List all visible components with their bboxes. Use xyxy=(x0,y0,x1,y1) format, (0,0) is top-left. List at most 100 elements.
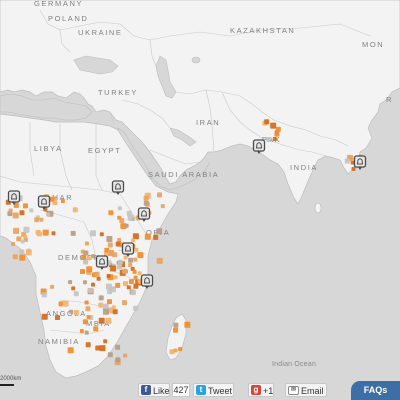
incident-point[interactable] xyxy=(13,227,19,234)
incident-point[interactable] xyxy=(41,292,47,298)
incident-point[interactable] xyxy=(69,309,74,314)
incident-point[interactable] xyxy=(103,308,109,315)
incident-point[interactable] xyxy=(173,348,178,353)
incident-point[interactable] xyxy=(84,300,89,305)
incident-point[interactable] xyxy=(73,310,79,315)
incident-point[interactable] xyxy=(272,137,277,141)
incident-point[interactable] xyxy=(113,275,118,280)
incident-point[interactable] xyxy=(123,281,128,287)
incident-point[interactable] xyxy=(133,275,138,280)
incident-point[interactable] xyxy=(178,347,183,351)
incident-point[interactable] xyxy=(123,255,128,260)
incident-point[interactable] xyxy=(173,322,179,328)
incident-point[interactable] xyxy=(12,212,19,219)
incident-point[interactable] xyxy=(128,279,134,285)
incident-point[interactable] xyxy=(23,203,28,209)
incident-point[interactable] xyxy=(137,271,142,276)
incident-point[interactable] xyxy=(16,236,22,242)
incident-point[interactable] xyxy=(84,330,89,335)
incident-point[interactable] xyxy=(91,282,95,287)
incident-point[interactable] xyxy=(130,290,136,296)
incident-point[interactable] xyxy=(68,280,73,285)
incident-point[interactable] xyxy=(270,122,277,129)
incident-point[interactable] xyxy=(128,257,134,263)
incident-point[interactable] xyxy=(184,321,191,328)
incident-point[interactable] xyxy=(79,329,84,333)
incident-point[interactable] xyxy=(96,276,101,281)
incident-point[interactable] xyxy=(91,254,96,259)
incident-point[interactable] xyxy=(266,137,272,142)
incident-point[interactable] xyxy=(115,282,121,288)
incident-point[interactable] xyxy=(107,250,114,257)
incident-point[interactable] xyxy=(105,317,112,324)
incident-point[interactable] xyxy=(275,126,281,132)
incident-point[interactable] xyxy=(116,264,122,270)
incident-point[interactable] xyxy=(137,252,144,259)
incident-point[interactable] xyxy=(62,300,69,307)
incident-point[interactable] xyxy=(160,204,165,209)
faqs-button[interactable]: FAQs xyxy=(351,381,400,400)
incident-point[interactable] xyxy=(126,285,131,290)
incident-point[interactable] xyxy=(107,299,112,305)
incident-point[interactable] xyxy=(117,238,122,242)
incident-point[interactable] xyxy=(83,280,87,285)
incident-point[interactable] xyxy=(83,250,89,256)
incident-point[interactable] xyxy=(115,241,121,247)
incident-point[interactable] xyxy=(71,286,76,291)
incident-point[interactable] xyxy=(117,206,122,211)
incident-point[interactable] xyxy=(81,254,87,260)
incident-point[interactable] xyxy=(19,249,25,255)
incident-point[interactable] xyxy=(84,241,89,246)
incident-point[interactable] xyxy=(119,218,125,224)
incident-point[interactable] xyxy=(103,339,108,344)
incident-point[interactable] xyxy=(112,309,118,315)
incident-point[interactable] xyxy=(46,212,51,217)
incident-point[interactable] xyxy=(133,305,139,311)
incident-point[interactable] xyxy=(29,208,34,213)
map-canvas[interactable]: GERMANY POLAND UKRAINE KAZAKHSTAN MON TU… xyxy=(0,0,400,400)
incident-point[interactable] xyxy=(127,214,134,221)
incident-point[interactable] xyxy=(133,257,138,262)
incident-point[interactable] xyxy=(107,242,113,248)
incident-point[interactable] xyxy=(85,306,91,312)
incident-point[interactable] xyxy=(20,239,25,244)
incident-point[interactable] xyxy=(41,313,48,320)
incident-point[interactable] xyxy=(60,199,65,203)
incident-point[interactable] xyxy=(99,232,104,237)
incident-point[interactable] xyxy=(94,271,100,277)
incident-point[interactable] xyxy=(98,302,104,308)
incident-point[interactable] xyxy=(157,192,162,198)
incident-point[interactable] xyxy=(42,229,49,236)
incident-point[interactable] xyxy=(274,131,280,137)
incident-point[interactable] xyxy=(11,242,16,246)
incident-point[interactable] xyxy=(105,283,112,290)
incident-point[interactable] xyxy=(115,344,121,350)
map-stage[interactable]: GERMANY POLAND UKRAINE KAZAKHSTAN MON TU… xyxy=(0,0,400,400)
incident-point[interactable] xyxy=(124,223,129,228)
incident-point[interactable] xyxy=(8,208,13,213)
incident-point[interactable] xyxy=(88,287,93,293)
tweet-button[interactable]: t Tweet xyxy=(193,383,234,397)
incident-point[interactable] xyxy=(93,326,99,332)
incident-point[interactable] xyxy=(99,345,106,352)
incident-point[interactable] xyxy=(98,317,105,324)
incident-point[interactable] xyxy=(143,195,149,201)
incident-point[interactable] xyxy=(80,269,85,274)
incident-point[interactable] xyxy=(50,284,55,289)
incident-point[interactable] xyxy=(51,231,56,236)
incident-point[interactable] xyxy=(128,263,133,267)
incident-point[interactable] xyxy=(86,315,91,319)
incident-point[interactable] xyxy=(144,233,151,240)
incident-point[interactable] xyxy=(110,265,117,272)
incident-point[interactable] xyxy=(67,347,74,354)
incident-point[interactable] xyxy=(85,342,91,348)
incident-point[interactable] xyxy=(86,256,91,261)
incident-point[interactable] xyxy=(25,249,32,256)
incident-point[interactable] xyxy=(55,315,60,320)
incident-point[interactable] xyxy=(351,166,356,171)
incident-point[interactable] xyxy=(117,259,123,265)
incident-point[interactable] xyxy=(173,327,178,333)
incident-point[interactable] xyxy=(132,269,137,274)
incident-point[interactable] xyxy=(72,207,78,213)
incident-point[interactable] xyxy=(73,291,79,297)
